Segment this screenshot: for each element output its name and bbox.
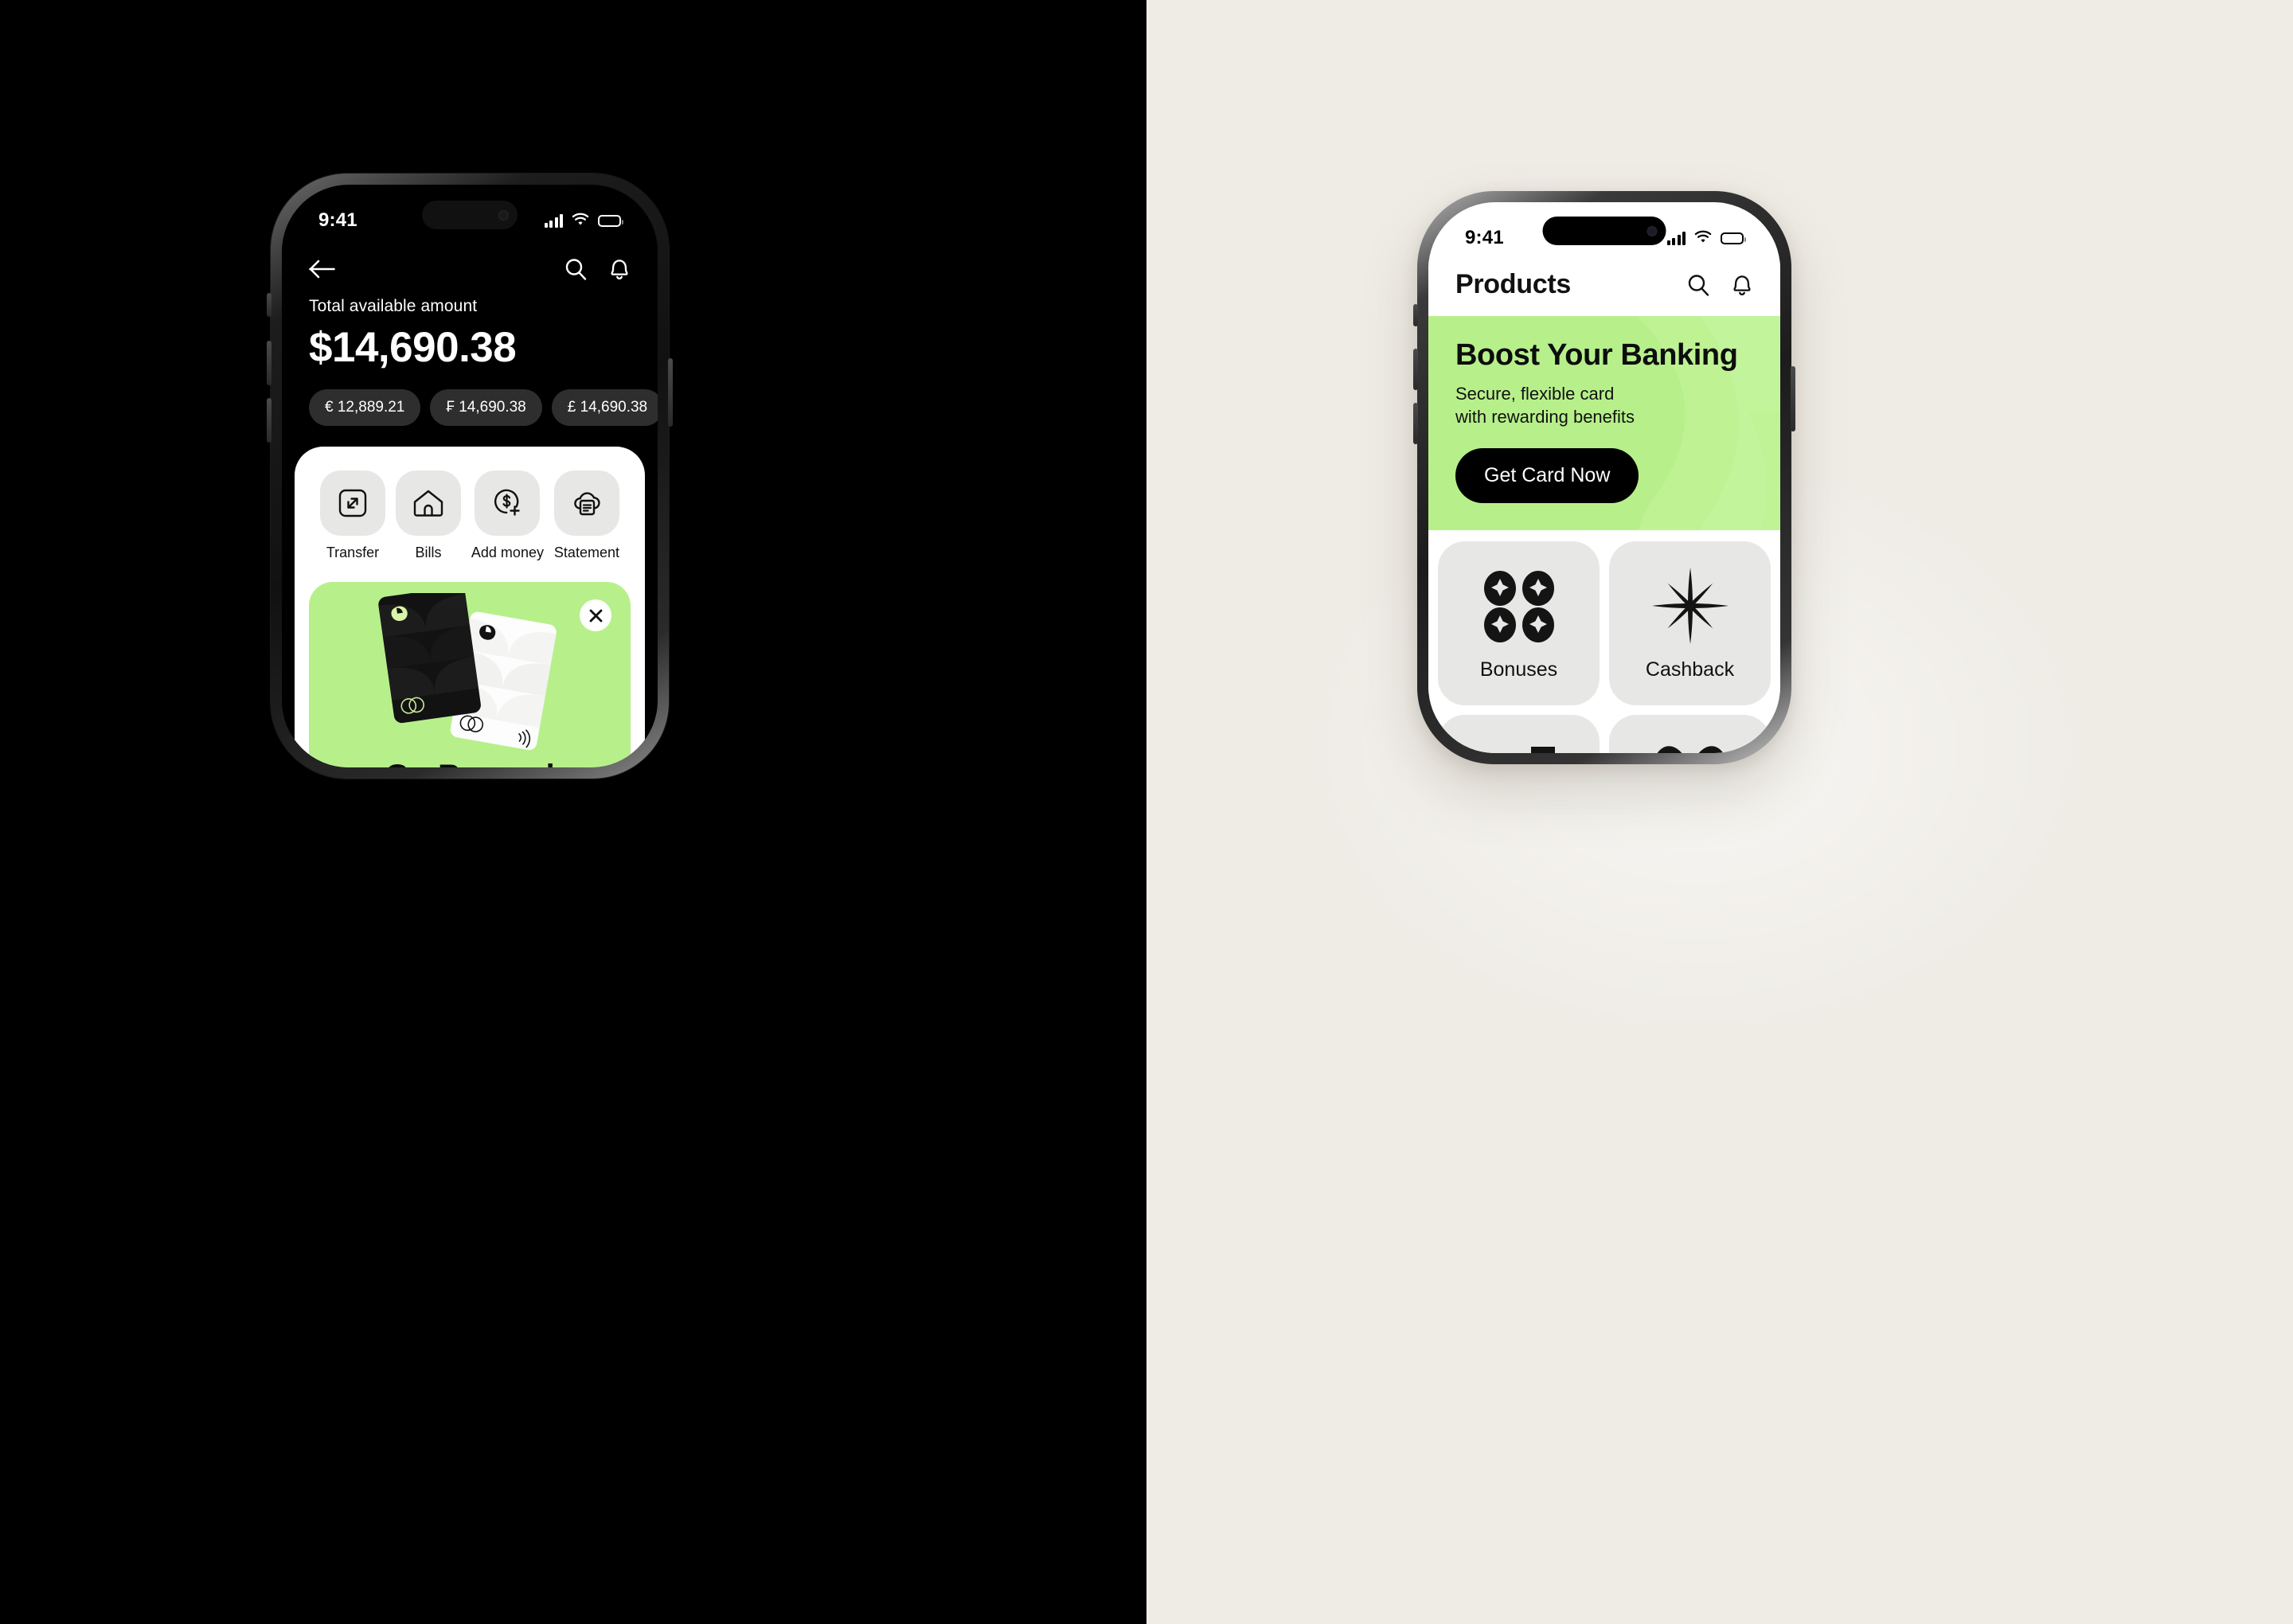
phone-mute-switch[interactable] (1413, 304, 1418, 326)
hero-subtitle-line2: with rewarding benefits (1455, 407, 1635, 427)
product-tile-label: Bonuses (1479, 658, 1558, 681)
home-icon (395, 470, 461, 536)
product-tile-investments[interactable]: Investments (1438, 714, 1600, 753)
search-icon[interactable] (1686, 273, 1710, 297)
currency-chip-list: € 12,889.21 ₣ 14,690.38 £ 14,690.38 (309, 389, 658, 426)
balance-label: Total available amount (309, 297, 478, 315)
phone-power-button[interactable] (668, 358, 673, 427)
quick-action-label: Statement (553, 545, 619, 560)
status-bar: 9:41 (282, 185, 658, 242)
stairs-bars-icon (1483, 738, 1555, 753)
dynamic-island (1542, 217, 1666, 245)
dark-phone-screen: 9:41 Total available amount $14,690.38 €… (282, 185, 658, 767)
hero-subtitle-line1: Secure, flexible card (1455, 384, 1615, 404)
currency-chip[interactable]: ₣ 14,690.38 (430, 389, 542, 426)
bell-icon[interactable] (608, 256, 631, 281)
cellular-bars-icon (1666, 231, 1686, 245)
phone-power-button[interactable] (1791, 366, 1795, 431)
quick-action-bills[interactable]: Bills (395, 470, 461, 561)
quick-actions-row: Transfer Bills Add money Statement (315, 470, 624, 561)
quick-action-label: Bills (415, 545, 442, 560)
promo-title: Go Beyond with Premium (365, 759, 574, 767)
hero-subtitle: Secure, flexible card with rewarding ben… (1455, 382, 1753, 429)
dynamic-island (422, 201, 518, 229)
product-tile-label: Cashback (1645, 658, 1735, 681)
products-screen: Products Boost Your Banking Secure, flex… (1428, 260, 1780, 753)
dollar-plus-icon (475, 470, 541, 536)
phone-volume-up-button[interactable] (1413, 349, 1418, 390)
cellular-bars-icon (544, 213, 563, 228)
promo-title-line1: Go Beyond (385, 759, 554, 767)
light-phone-mockup: 9:41 Products Boost Your Banking Secure,… (1413, 191, 1795, 764)
status-time: 9:41 (318, 209, 357, 231)
two-bank-cards-illustration (333, 590, 607, 755)
battery-icon (1721, 232, 1746, 244)
currency-chip[interactable]: € 12,889.21 (309, 389, 421, 426)
phone-mute-switch[interactable] (267, 293, 271, 317)
wifi-icon (572, 209, 589, 232)
wifi-icon (1694, 227, 1712, 249)
light-phone-screen: 9:41 Products Boost Your Banking Secure,… (1428, 202, 1780, 753)
front-camera-icon (498, 209, 509, 221)
quick-action-statement[interactable]: Statement (554, 470, 619, 561)
quick-action-label: Add money (471, 545, 544, 560)
phone-volume-up-button[interactable] (267, 341, 271, 385)
content-sheet: Transfer Bills Add money Statement (295, 447, 645, 767)
dark-top-bar (309, 242, 631, 291)
currency-chip[interactable]: £ 14,690.38 (551, 389, 658, 426)
premium-promo-card: Go Beyond with Premium Activate premium … (309, 582, 631, 767)
quick-action-add-money[interactable]: Add money (471, 470, 544, 561)
balance-amount: $14,690.38 (309, 324, 517, 371)
products-grid: Bonuses Cashback (1428, 530, 1780, 753)
eight-point-star-icon (1650, 564, 1730, 647)
serrated-bowtie-icon (1650, 738, 1730, 753)
arrow-left-icon[interactable] (309, 259, 336, 279)
light-top-bar: Products (1428, 260, 1780, 316)
status-bar: 9:41 (1428, 202, 1780, 260)
close-icon[interactable] (580, 599, 611, 631)
dark-phone-mockup: 9:41 Total available amount $14,690.38 €… (267, 174, 673, 779)
phone-volume-down-button[interactable] (1413, 403, 1418, 444)
status-time: 9:41 (1465, 227, 1504, 248)
hero-title: Boost Your Banking (1455, 338, 1738, 372)
four-sparkle-ellipses-icon (1481, 564, 1557, 647)
product-tile-bonuses[interactable]: Bonuses (1438, 541, 1600, 705)
hero-banner: Boost Your Banking Secure, flexible card… (1428, 316, 1780, 530)
search-icon[interactable] (564, 257, 588, 281)
product-tile-cashback[interactable]: Cashback (1609, 541, 1771, 705)
quick-action-transfer[interactable]: Transfer (320, 470, 385, 561)
accounts-screen: Total available amount $14,690.38 € 12,8… (282, 242, 658, 767)
quick-action-label: Transfer (326, 545, 380, 560)
page-title: Products (1455, 269, 1571, 299)
transfer-arrows-icon (320, 470, 385, 536)
bell-icon[interactable] (1731, 272, 1753, 297)
phone-volume-down-button[interactable] (267, 398, 271, 443)
product-tile-offers[interactable]: Offers (1609, 714, 1771, 753)
battery-icon (598, 214, 623, 227)
get-card-now-button[interactable]: Get Card Now (1455, 447, 1639, 503)
cloud-document-icon (553, 470, 619, 536)
front-camera-icon (1647, 225, 1658, 236)
